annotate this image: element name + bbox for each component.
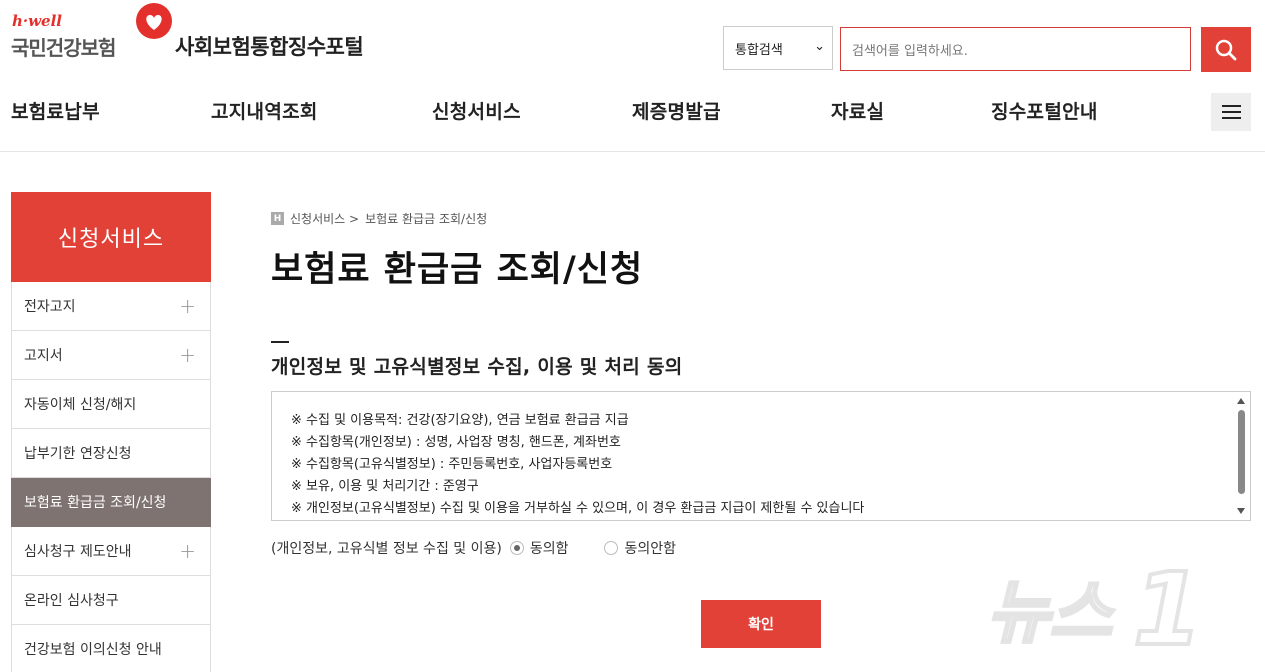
- plus-icon: +: [179, 539, 196, 563]
- consent-line: ※ 수집 및 이용목적: 건강(장기요양), 연금 보험료 환급금 지급: [291, 413, 629, 428]
- search-placeholder: 검색어를 입력하세요.: [852, 43, 968, 59]
- sidebar-item-label: 납부기한 연장신청: [24, 446, 132, 462]
- sidebar-item-label: 고지서: [24, 348, 63, 364]
- hamburger-menu-button[interactable]: [1211, 93, 1251, 131]
- search-scope-value: 통합검색: [735, 42, 783, 58]
- scroll-thumb[interactable]: [1238, 410, 1245, 494]
- disagree-radio-label: 동의안함: [624, 541, 676, 557]
- page: h·well 국민건강보험 사회보험통합징수포털 통합검색 ⌄ 검색어를 입력하…: [0, 0, 1265, 672]
- sidebar-item-deadline-extension[interactable]: 납부기한 연장신청: [11, 429, 211, 478]
- sidebar-item-review-guide[interactable]: 심사청구 제도안내 +: [11, 527, 211, 576]
- gnb-item-premium-payment[interactable]: 보험료납부: [11, 97, 100, 124]
- watermark-text: 뉴스: [987, 574, 1115, 653]
- scroll-down-arrow-icon[interactable]: [1237, 508, 1245, 514]
- section-divider: [271, 341, 289, 343]
- disagree-radio[interactable]: 동의안함: [604, 538, 676, 558]
- sidebar-item-objection-guide[interactable]: 건강보험 이의신청 안내: [11, 625, 211, 672]
- sidebar-item-label: 건강보험 이의신청 안내: [24, 642, 162, 658]
- gnb-item-portal-guide[interactable]: 징수포털안내: [991, 97, 1098, 124]
- plus-icon: +: [179, 294, 196, 318]
- logo-org-name: 국민건강보험: [11, 36, 116, 60]
- sidebar-item-refund-inquiry[interactable]: 보험료 환급금 조회/신청: [11, 478, 211, 527]
- sidebar-item-label: 전자고지: [24, 299, 76, 315]
- consent-line: ※ 수집항목(고유식별정보) : 주민등록번호, 사업자등록번호: [291, 457, 613, 472]
- page-title: 보험료 환급금 조회/신청: [271, 250, 644, 290]
- section-title: 개인정보 및 고유식별정보 수집, 이용 및 처리 동의: [271, 356, 683, 378]
- sidebar-item-notice-bill[interactable]: 고지서 +: [11, 331, 211, 380]
- consent-label: (개인정보, 고유식별 정보 수집 및 이용): [271, 541, 502, 557]
- breadcrumb-level1[interactable]: 신청서비스 >: [290, 210, 359, 227]
- radio-unchecked-icon: [604, 541, 619, 555]
- chevron-down-icon: ⌄: [814, 39, 825, 54]
- sidebar-item-label: 자동이체 신청/해지: [24, 397, 137, 413]
- hamburger-icon: [1221, 105, 1241, 107]
- sidebar-item-label: 온라인 심사청구: [24, 593, 119, 609]
- consent-scrollbar[interactable]: [1233, 392, 1250, 520]
- consent-line: ※ 수집항목(개인정보) : 성명, 사업장 명칭, 핸드폰, 계좌번호: [291, 435, 621, 450]
- consent-line: ※ 개인정보(고유식별정보) 수집 및 이용을 거부하실 수 있으며, 이 경우…: [291, 501, 865, 516]
- sidebar-item-label: 심사청구 제도안내: [24, 544, 132, 560]
- svg-text:1: 1: [1133, 556, 1203, 656]
- sidebar-title: 신청서비스: [11, 192, 211, 282]
- consent-radio-group: (개인정보, 고유식별 정보 수집 및 이용) 동의함 동의안함: [271, 538, 676, 558]
- breadcrumb: H 신청서비스 > 보험료 환급금 조회/신청: [271, 210, 487, 227]
- portal-title[interactable]: 사회보험통합징수포털: [175, 31, 364, 61]
- gnb-item-application-service[interactable]: 신청서비스: [432, 97, 521, 124]
- sidebar-item-online-review[interactable]: 온라인 심사청구: [11, 576, 211, 625]
- consent-line: ※ 보유, 이용 및 처리기간 : 준영구: [291, 479, 479, 494]
- header-divider: [0, 151, 1265, 152]
- search-input[interactable]: 검색어를 입력하세요.: [840, 27, 1191, 71]
- scroll-up-arrow-icon[interactable]: [1237, 398, 1245, 404]
- plus-icon: +: [179, 343, 196, 367]
- sidebar-menu: 전자고지 + 고지서 + 자동이체 신청/해지 납부기한 연장신청 보험료 환급…: [11, 282, 211, 672]
- search-icon: [1215, 39, 1237, 60]
- agree-radio[interactable]: 동의함: [509, 538, 569, 558]
- agree-radio-label: 동의함: [529, 541, 569, 557]
- sidebar-item-label: 보험료 환급금 조회/신청: [24, 495, 167, 511]
- confirm-button[interactable]: 확인: [701, 600, 821, 648]
- gnb-item-resources[interactable]: 자료실: [831, 97, 884, 124]
- search-button[interactable]: [1201, 27, 1251, 72]
- gnb-item-notice-inquiry[interactable]: 고지내역조회: [211, 97, 318, 124]
- heart-logo-icon: [136, 3, 172, 39]
- consent-textbox[interactable]: ※ 수집 및 이용목적: 건강(장기요양), 연금 보험료 환급금 지급 ※ 수…: [271, 391, 1251, 521]
- radio-checked-icon: [509, 541, 524, 555]
- search-scope-select[interactable]: 통합검색 ⌄: [723, 26, 833, 70]
- home-icon[interactable]: H: [271, 212, 284, 225]
- gnb-item-certificate[interactable]: 제증명발급: [632, 97, 721, 124]
- nhis-logo[interactable]: h·well 국민건강보험: [10, 2, 175, 60]
- logo-hwell-text: h·well: [12, 12, 62, 30]
- breadcrumb-level2: 보험료 환급금 조회/신청: [365, 212, 488, 226]
- news1-watermark-logo: 뉴스 1: [986, 556, 1205, 656]
- sidebar-item-auto-transfer[interactable]: 자동이체 신청/해지: [11, 380, 211, 429]
- sidebar-item-e-notice[interactable]: 전자고지 +: [11, 282, 211, 331]
